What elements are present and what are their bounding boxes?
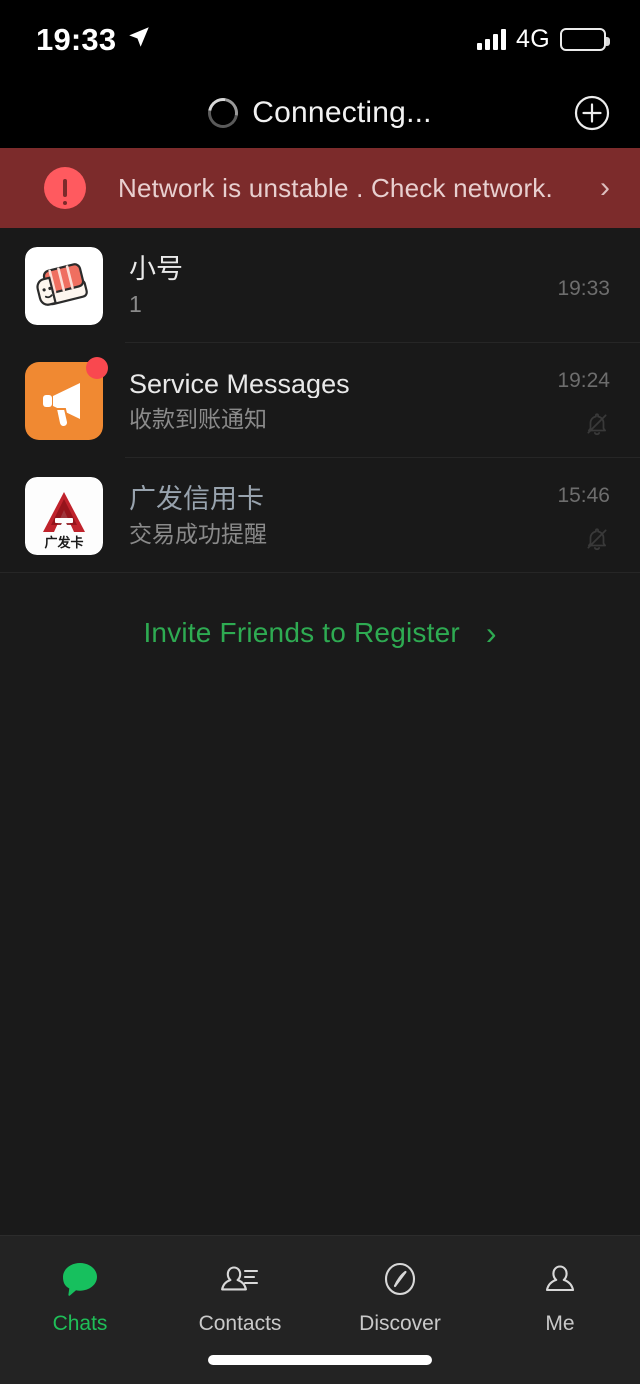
empty-list-area [0,690,640,1235]
tab-label-contacts: Contacts [198,1312,282,1335]
exclamation-circle-icon [44,167,86,209]
wechat-app-screen: 19:33 4G Connecting... Network is unstab… [0,0,640,1384]
tab-chats[interactable]: Chats [0,1258,160,1334]
avatar[interactable] [25,246,103,325]
chat-title: 广发信用卡 [129,484,264,514]
avatar[interactable] [25,356,108,440]
table-row[interactable]: 广发卡 广发信用卡 交易成功提醒 15:46 [0,458,640,573]
chat-preview: 收款到账通知 [129,407,267,432]
chat-row-content: Service Messages 收款到账通知 [129,370,557,431]
tab-me[interactable]: Me [480,1258,640,1334]
chat-timestamp: 19:24 [557,369,610,392]
navigation-bar: Connecting... [0,78,640,148]
loading-spinner-icon [202,92,245,134]
connection-status: Connecting... [202,92,432,134]
table-row[interactable]: 小号 1 19:33 [0,228,640,343]
chat-title: Service Messages [129,369,350,399]
chat-bubble-icon [58,1258,102,1302]
contacts-icon [218,1258,262,1302]
chat-row-meta: 19:33 [557,247,610,325]
unread-badge-dot [86,356,108,379]
invite-friends-row[interactable]: Invite Friends to Register › [0,575,640,690]
network-warning-text: Network is unstable . Check network. [118,172,553,203]
chat-timestamp: 19:33 [557,277,610,300]
chevron-right-icon: › [485,614,497,651]
network-warning-banner[interactable]: Network is unstable . Check network. › [0,148,640,228]
tab-contacts[interactable]: Contacts [160,1258,320,1334]
status-bar-right: 4G [477,24,610,54]
chat-title: 小号 [129,254,183,284]
battery-icon [560,27,610,51]
tab-label-chats: Chats [52,1312,108,1335]
location-arrow-icon [126,24,152,55]
chat-row-meta: 15:46 [557,477,610,555]
page-title: Connecting... [252,96,432,129]
network-type-label: 4G [516,24,550,53]
gf-card-avatar-label: 广发卡 [44,535,83,551]
tab-discover[interactable]: Discover [320,1258,480,1334]
bell-muted-icon [584,526,610,552]
status-bar: 19:33 4G [0,0,640,78]
chat-list: 小号 1 19:33 Service Messages 收款到账通知 19:24… [0,228,640,573]
person-icon [538,1258,582,1302]
gf-card-avatar: 广发卡 [25,476,103,555]
signal-bars-icon [477,28,507,50]
tab-bar: Chats Contacts Discover Me [0,1235,640,1384]
bell-muted-icon [584,411,610,437]
chat-row-content: 小号 1 [129,255,557,316]
status-bar-left: 19:33 [36,24,152,55]
compass-icon [378,1258,422,1302]
status-bar-clock: 19:33 [36,21,117,57]
tab-label-discover: Discover [359,1312,441,1335]
chat-preview: 1 [129,292,142,317]
sushi-avatar [25,246,103,325]
table-row[interactable]: Service Messages 收款到账通知 19:24 [0,343,640,458]
chat-row-meta: 19:24 [557,362,610,440]
home-indicator[interactable] [208,1355,432,1365]
avatar[interactable]: 广发卡 [25,476,103,555]
chat-timestamp: 15:46 [557,484,610,507]
tab-label-me: Me [545,1312,575,1335]
chat-row-content: 广发信用卡 交易成功提醒 [129,485,557,546]
invite-friends-label: Invite Friends to Register [143,616,460,648]
chevron-right-icon[interactable]: › [600,173,610,203]
chat-preview: 交易成功提醒 [129,522,267,547]
plus-circle-icon[interactable] [570,91,614,135]
